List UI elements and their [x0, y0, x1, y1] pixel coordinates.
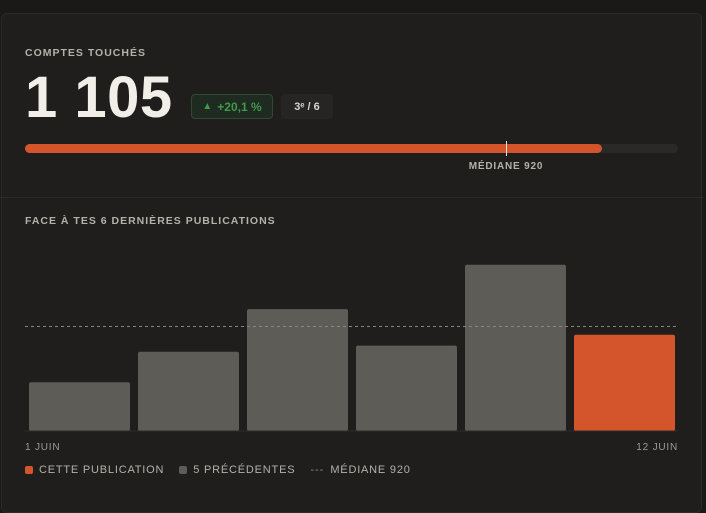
bar-previous-4: [356, 345, 457, 431]
x-axis-start-label: 1 JUIN: [25, 442, 60, 453]
legend-current-label: CETTE PUBLICATION: [39, 464, 165, 476]
bar-previous-3: [247, 309, 348, 431]
chart-legend: CETTE PUBLICATION 5 PRÉCÉDENTES --- MÉDI…: [25, 464, 426, 476]
bar-previous-1: [29, 382, 130, 431]
history-bar-chart: 1 JUIN 12 JUIN: [25, 264, 678, 453]
legend-current: CETTE PUBLICATION: [25, 464, 164, 476]
legend-median-label: MÉDIANE 920: [330, 464, 411, 476]
bar-current: [574, 334, 675, 431]
legend-previous-label: 5 PRÉCÉDENTES: [193, 464, 296, 476]
x-axis-end-label: 12 JUIN: [636, 442, 678, 453]
legend-previous: 5 PRÉCÉDENTES: [179, 464, 295, 476]
bar-previous-2: [138, 351, 239, 431]
legend-median: --- MÉDIANE 920: [310, 464, 410, 476]
bar-previous-5: [465, 264, 566, 431]
legend-swatch-current: [25, 466, 33, 474]
legend-swatch-previous: [179, 466, 188, 474]
legend-dash-swatch: ---: [310, 464, 325, 476]
